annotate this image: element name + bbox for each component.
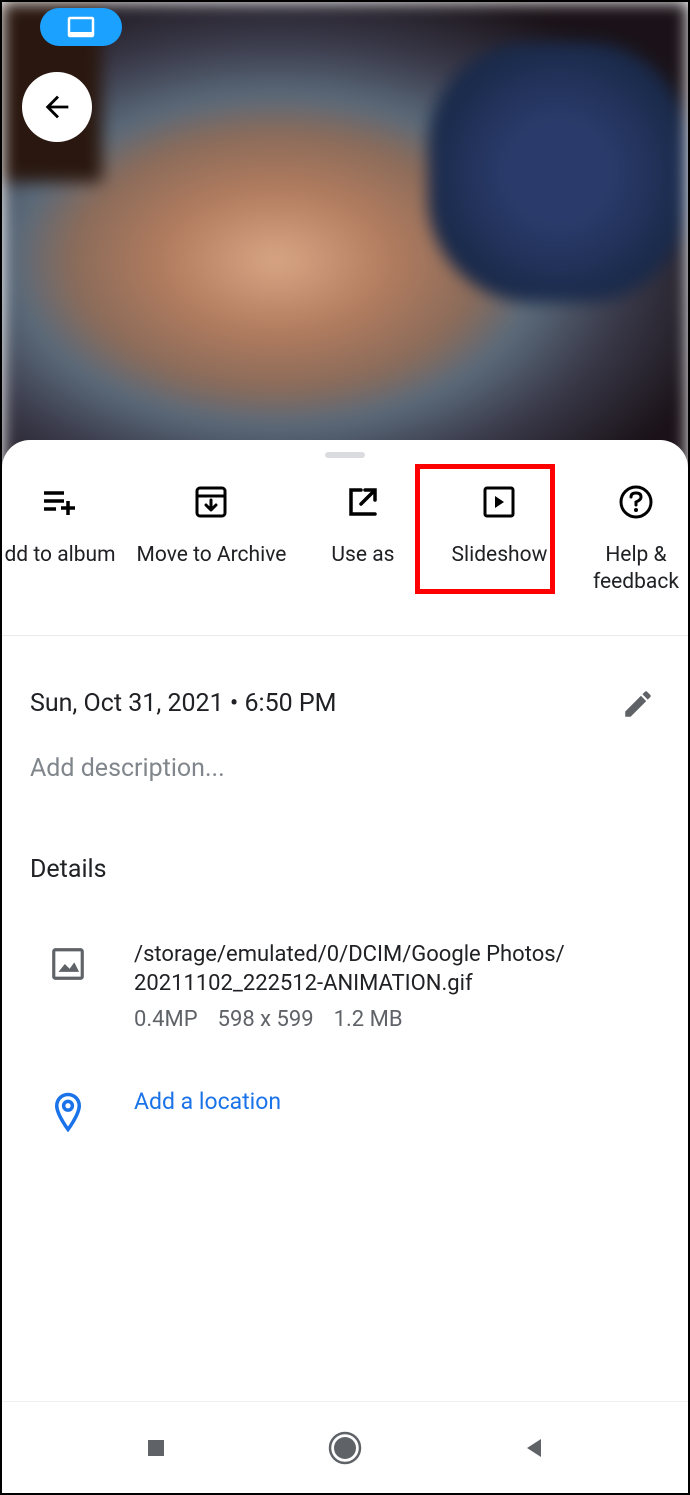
status-bar bbox=[40, 8, 122, 46]
description-input[interactable]: Add description... bbox=[2, 726, 688, 783]
slideshow-icon bbox=[481, 484, 517, 520]
circle-icon bbox=[327, 1430, 363, 1466]
nav-recent-button[interactable] bbox=[126, 1418, 186, 1478]
image-file-icon bbox=[48, 944, 88, 984]
location-pin-icon bbox=[48, 1092, 88, 1132]
use-as-icon bbox=[345, 484, 381, 520]
slideshow-label: Slideshow bbox=[452, 542, 548, 569]
add-to-album-button[interactable]: dd to album bbox=[0, 476, 120, 605]
add-to-album-label: dd to album bbox=[4, 542, 115, 569]
drag-handle[interactable] bbox=[325, 452, 365, 458]
file-dimensions: 598 x 599 bbox=[218, 1007, 314, 1032]
pencil-icon bbox=[621, 687, 655, 721]
photo-preview[interactable] bbox=[2, 2, 688, 472]
actions-row: dd to album Move to Archive Use as bbox=[0, 466, 690, 636]
move-to-archive-button[interactable]: Move to Archive bbox=[137, 476, 287, 605]
triangle-back-icon bbox=[521, 1435, 547, 1461]
file-detail-row: /storage/emulated/0/DCIM/Google Photos/ … bbox=[2, 940, 688, 1032]
file-path-line2: 20211102_222512-ANIMATION.gif bbox=[134, 969, 660, 999]
arrow-back-icon bbox=[40, 90, 74, 124]
details-header: Details bbox=[2, 783, 688, 884]
use-as-button[interactable]: Use as bbox=[303, 476, 423, 605]
edit-datetime-button[interactable] bbox=[616, 682, 660, 726]
nav-back-button[interactable] bbox=[504, 1418, 564, 1478]
file-size: 1.2 MB bbox=[334, 1007, 403, 1032]
add-location-link[interactable]: Add a location bbox=[134, 1088, 660, 1115]
navigation-bar bbox=[2, 1401, 688, 1493]
help-feedback-button[interactable]: Help & feedback bbox=[576, 476, 690, 605]
help-icon bbox=[618, 484, 654, 520]
slideshow-button[interactable]: Slideshow bbox=[439, 476, 559, 605]
back-button[interactable] bbox=[22, 72, 92, 142]
file-megapixels: 0.4MP bbox=[134, 1007, 198, 1032]
square-icon bbox=[144, 1436, 168, 1460]
file-path-line1: /storage/emulated/0/DCIM/Google Photos/ bbox=[134, 940, 660, 970]
location-row: Add a location bbox=[2, 1088, 688, 1132]
info-sheet: dd to album Move to Archive Use as bbox=[2, 440, 688, 1395]
archive-icon bbox=[193, 484, 229, 520]
move-to-archive-label: Move to Archive bbox=[137, 542, 287, 569]
help-feedback-label: Help & feedback bbox=[593, 542, 679, 597]
cast-icon bbox=[67, 16, 95, 38]
add-to-album-icon bbox=[42, 484, 78, 520]
datetime-text: Sun, Oct 31, 2021 • 6:50 PM bbox=[30, 689, 336, 718]
nav-home-button[interactable] bbox=[315, 1418, 375, 1478]
use-as-label: Use as bbox=[331, 542, 394, 569]
cast-indicator[interactable] bbox=[40, 8, 122, 46]
